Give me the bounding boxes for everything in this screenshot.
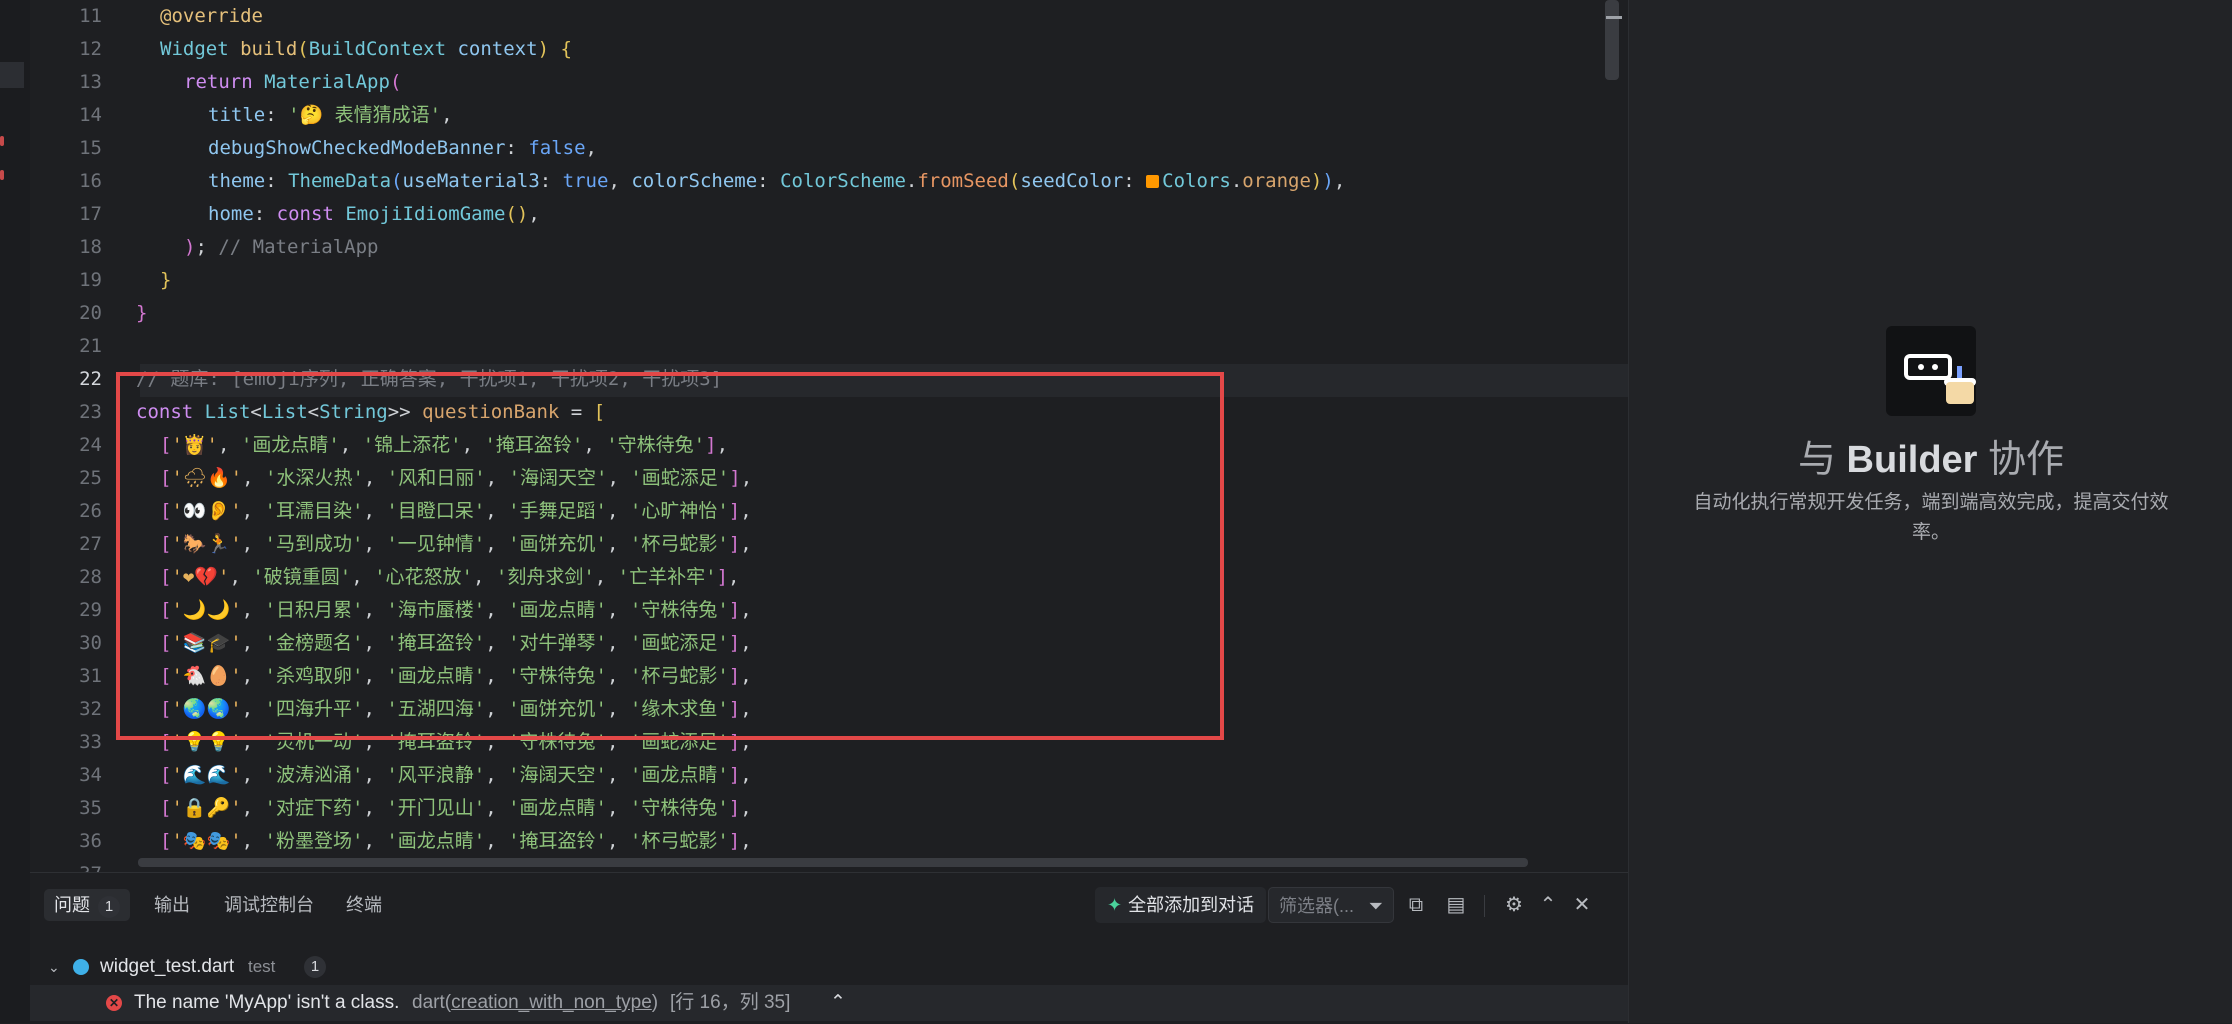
builder-panel: 与 Builder 协作 自动化执行常规开发任务，端到端高效完成，提高交付效率。 xyxy=(1628,0,2232,1023)
error-marker xyxy=(0,136,4,146)
code-line-12: Widget build(BuildContext context) { xyxy=(160,38,572,60)
error-icon: ✕ xyxy=(106,995,122,1011)
view-as-table-icon[interactable]: ▤ xyxy=(1442,889,1470,921)
sparkle-icon: ✦ xyxy=(1107,895,1123,915)
app-title-string: '🤔 表情猜成语' xyxy=(288,104,442,126)
code-line-13: return MaterialApp( xyxy=(184,71,402,93)
maximize-panel-icon[interactable]: ⌃ xyxy=(1534,889,1562,921)
collapse-all-icon[interactable]: ⧉ xyxy=(1402,889,1430,921)
code-line-20: } xyxy=(136,302,148,324)
close-panel-icon[interactable]: ✕ xyxy=(1568,889,1596,921)
error-marker xyxy=(0,170,4,180)
scrollbar-marker xyxy=(1606,16,1622,19)
question-row: ['🔒🔑', '对症下药', '开门见山', '画龙点睛', '守株待兔'], xyxy=(160,797,752,819)
builder-description: 自动化执行常规开发任务，端到端高效完成，提高交付效率。 xyxy=(1693,492,2169,543)
file-problem-count: 1 xyxy=(304,956,326,978)
code-line-15: debugShowCheckedModeBanner: false, xyxy=(208,137,597,159)
code-line-18: ); // MaterialApp xyxy=(184,236,379,258)
activity-selected[interactable] xyxy=(0,62,24,88)
funnel-icon: ⏷ xyxy=(1368,896,1383,916)
vertical-scrollbar[interactable] xyxy=(1605,0,1619,80)
horizontal-scrollbar[interactable] xyxy=(138,858,1528,867)
builder-title: 与 Builder 协作 xyxy=(1797,439,2065,481)
color-swatch-icon[interactable] xyxy=(1146,175,1160,188)
question-row: ['🌊🌊', '波涛汹涌', '风平浪静', '海阔天空', '画龙点睛'], xyxy=(160,764,752,786)
filter-input[interactable]: 筛选器(... ⏷ xyxy=(1268,887,1394,923)
file-folder: test xyxy=(248,957,276,976)
annotation: @override xyxy=(160,5,263,27)
tab-problems[interactable]: 问题 1 xyxy=(44,889,130,921)
code-line-19: } xyxy=(160,269,172,291)
error-position: [行 16，列 35] xyxy=(670,992,791,1013)
chevron-down-icon[interactable]: ⌄ xyxy=(48,951,60,983)
dart-file-icon xyxy=(73,959,89,975)
chevron-up-icon[interactable]: ⌃ xyxy=(830,985,846,1021)
code-comment: // MaterialApp xyxy=(218,236,379,258)
error-source: dart(creation_with_non_type) xyxy=(412,992,659,1013)
problems-count-badge: 1 xyxy=(98,896,120,918)
tab-output[interactable]: 输出 xyxy=(144,889,200,921)
annotation-highlight-box xyxy=(116,372,1224,740)
problem-file-row[interactable]: ⌄ widget_test.dart test 1 xyxy=(30,951,1628,983)
bottom-panel: 问题 1 输出 调试控制台 终端 ✦ 全部添加到对话 筛选器(... ⏷ ⧉ ▤ ⚙ … xyxy=(30,872,1628,1024)
problem-row[interactable]: ✕ The name 'MyApp' isn't a class. dart(c… xyxy=(30,985,1628,1021)
tab-terminal[interactable]: 终端 xyxy=(336,889,392,921)
code-line-11: @override xyxy=(160,0,263,33)
add-all-to-chat-button[interactable]: ✦ 全部添加到对话 xyxy=(1095,887,1267,923)
file-name: widget_test.dart xyxy=(100,956,235,977)
activity-strip xyxy=(0,0,30,1023)
error-message: The name 'MyApp' isn't a class. xyxy=(134,992,400,1013)
question-row: ['🎭🎭', '粉墨登场', '画龙点睛', '掩耳盗铃', '杯弓蛇影'], xyxy=(160,830,752,852)
code-line-16: theme: ThemeData(useMaterial3: true, col… xyxy=(208,170,1346,192)
code-line-14: title: '🤔 表情猜成语', xyxy=(208,104,453,126)
toolbar-divider xyxy=(1484,895,1485,917)
tab-debug-console[interactable]: 调试控制台 xyxy=(214,889,324,921)
settings-icon[interactable]: ⚙ xyxy=(1500,889,1528,921)
code-editor[interactable]: 11 12 13 14 15 16 17 18 19 20 21 22 23 2… xyxy=(30,0,1628,872)
code-line-17: home: const EmojiIdiomGame(), xyxy=(208,203,540,225)
error-code-link[interactable]: creation_with_non_type xyxy=(451,992,652,1013)
builder-logo-icon xyxy=(1886,326,1976,416)
